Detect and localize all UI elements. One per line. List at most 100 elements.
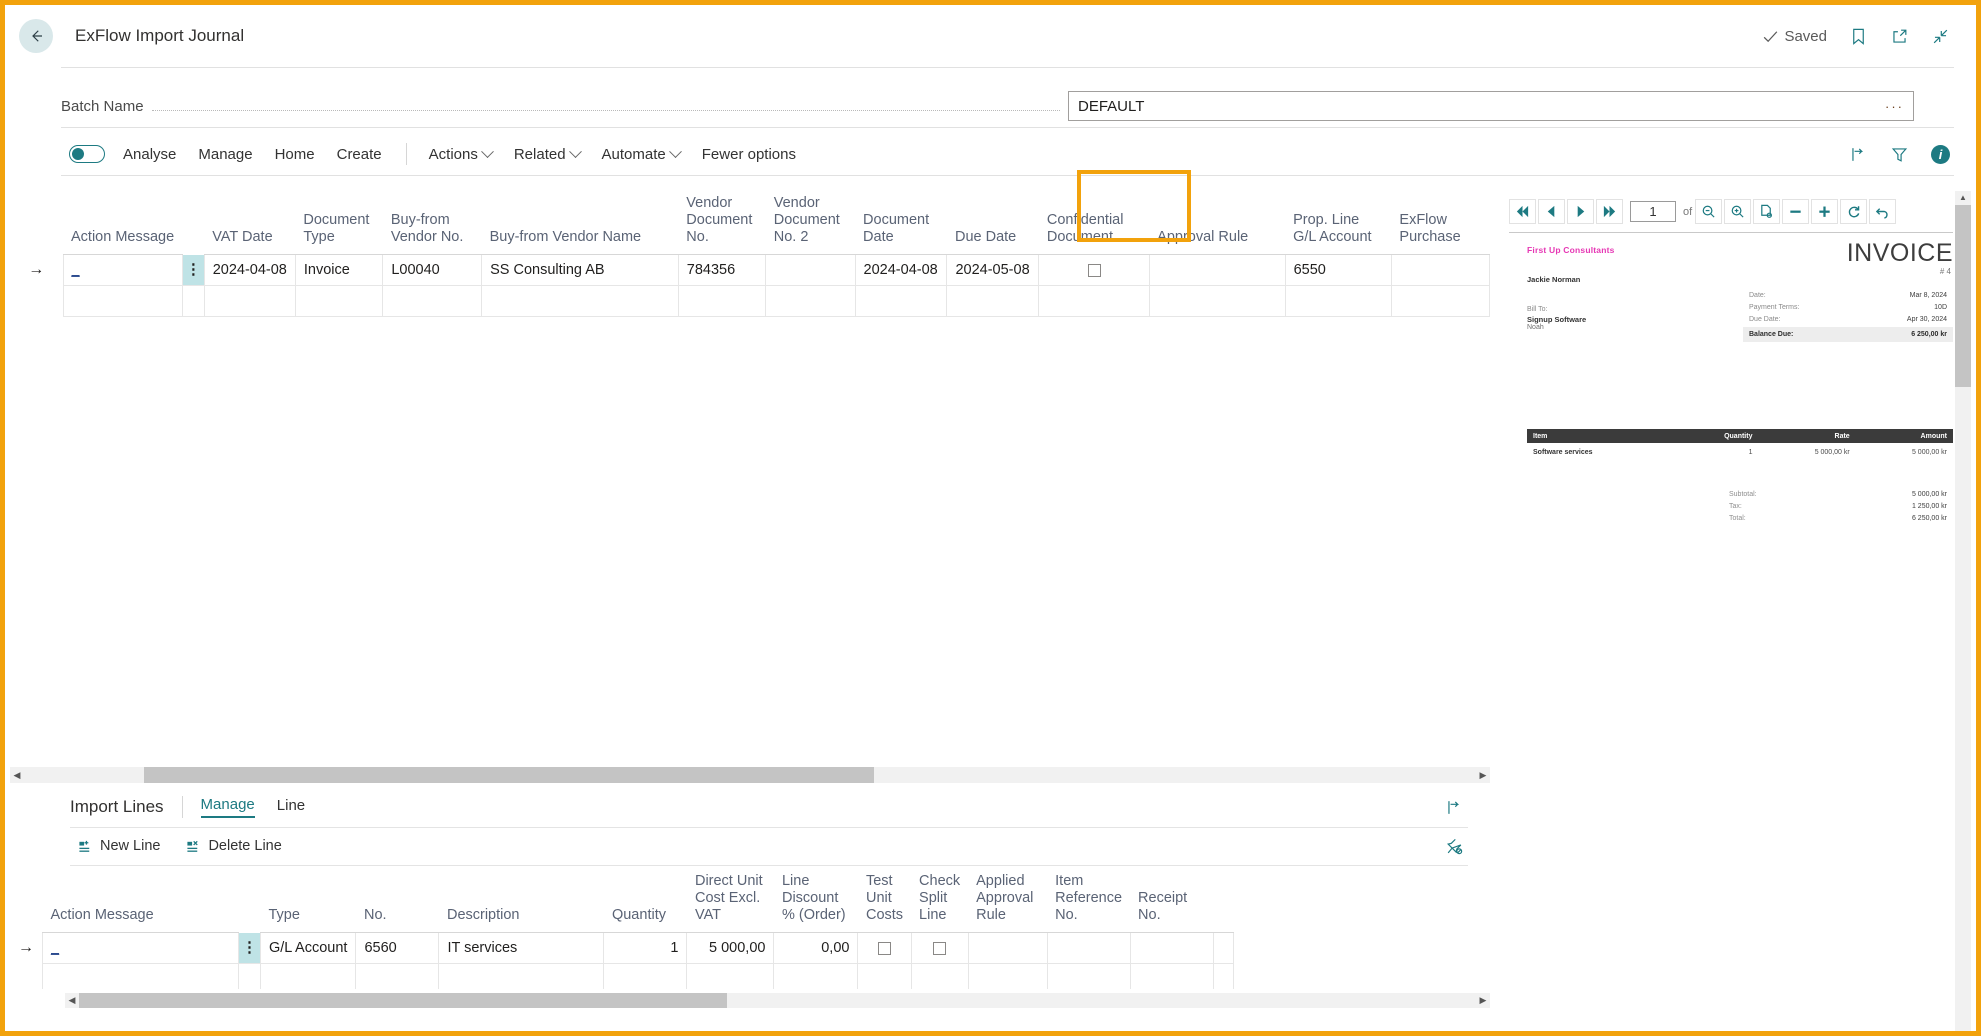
rotate-button[interactable] xyxy=(1840,199,1867,224)
ribbon-menu-actions[interactable]: Actions xyxy=(429,146,492,163)
journal-cell-buy_from_vendor_name[interactable] xyxy=(482,286,679,317)
import-lines-cell-check_split_line[interactable] xyxy=(911,933,968,964)
import-lines-col-header-description[interactable]: Description xyxy=(439,869,604,933)
batch-name-input[interactable] xyxy=(1069,98,1876,115)
journal-table-row[interactable] xyxy=(10,286,1490,317)
ribbon-fewer-options[interactable]: Fewer options xyxy=(702,146,796,163)
import-lines-cell-check_split_line[interactable] xyxy=(911,964,968,989)
zoom-out-button[interactable] xyxy=(1695,199,1722,224)
last-page-button[interactable] xyxy=(1596,199,1623,224)
import-lines-cell-no[interactable]: 6560 xyxy=(356,933,439,964)
ribbon-item-analyse[interactable]: Analyse xyxy=(123,146,176,163)
page-number-input[interactable] xyxy=(1630,201,1676,222)
import-lines-cell-extra[interactable] xyxy=(1213,964,1233,989)
journal-cell-approval_rule[interactable] xyxy=(1149,286,1285,317)
scroll-left-arrow[interactable]: ◀ xyxy=(10,770,24,781)
journal-row-menu-button[interactable]: ⋮ xyxy=(183,255,205,286)
first-page-button[interactable] xyxy=(1509,199,1536,224)
import-lines-cell-type[interactable]: G/L Account xyxy=(261,933,356,964)
journal-col-header-document_date[interactable]: Document Date xyxy=(855,191,947,255)
import-lines-cell-quantity[interactable]: 1 xyxy=(604,933,687,964)
undo-button[interactable] xyxy=(1869,199,1896,224)
journal-cell-document_date[interactable] xyxy=(855,286,947,317)
scroll-right-arrow[interactable]: ▶ xyxy=(1476,770,1490,781)
pin-settings-icon[interactable] xyxy=(1445,837,1464,856)
journal-cell-document_date[interactable]: 2024-04-08 xyxy=(855,255,947,286)
new-line-button[interactable]: New Line xyxy=(78,838,160,854)
import-lines-table-row[interactable] xyxy=(10,964,1233,989)
journal-checkbox-confidential_document[interactable] xyxy=(1088,264,1101,277)
import-lines-checkbox-test_unit_costs[interactable] xyxy=(878,942,891,955)
zoom-increase-button[interactable] xyxy=(1811,199,1838,224)
journal-cell-document_type[interactable] xyxy=(295,286,382,317)
journal-cell-approval_rule[interactable] xyxy=(1149,255,1285,286)
import-lines-checkbox-check_split_line[interactable] xyxy=(933,942,946,955)
batch-name-lookup-button[interactable]: ··· xyxy=(1876,99,1913,114)
scroll-right-arrow[interactable]: ▶ xyxy=(1476,995,1490,1006)
journal-col-header-vendor_document_no_2[interactable]: Vendor Document No. 2 xyxy=(766,191,855,255)
previous-page-button[interactable] xyxy=(1538,199,1565,224)
import-lines-col-header-receipt_no[interactable]: Receipt No. xyxy=(1130,869,1213,933)
tab-manage[interactable]: Manage xyxy=(201,796,255,818)
journal-grid-container[interactable]: Action MessageVAT DateDocument TypeBuy-f… xyxy=(10,191,1490,766)
import-lines-cell-description[interactable] xyxy=(439,964,604,989)
ribbon-item-create[interactable]: Create xyxy=(337,146,382,163)
import-lines-col-header-action_message[interactable]: Action Message xyxy=(43,869,239,933)
ribbon-item-home[interactable]: Home xyxy=(275,146,315,163)
journal-col-header-buy_from_vendor_name[interactable]: Buy-from Vendor Name xyxy=(482,191,679,255)
import-lines-col-header-no[interactable]: No. xyxy=(356,869,439,933)
journal-cell-prop_line_gl_account[interactable]: 6550 xyxy=(1285,255,1391,286)
journal-cell-vendor_document_no[interactable]: 784356 xyxy=(678,255,765,286)
import-lines-grid-container[interactable]: Action MessageTypeNo.DescriptionQuantity… xyxy=(10,869,1490,989)
tab-line[interactable]: Line xyxy=(277,797,305,817)
journal-col-header-due_date[interactable]: Due Date xyxy=(947,191,1039,255)
journal-cell-vat_date[interactable] xyxy=(204,286,295,317)
import-lines-col-header-check_split_line[interactable]: Check Split Line xyxy=(911,869,968,933)
bookmark-icon[interactable] xyxy=(1849,27,1868,46)
delete-line-button[interactable]: Delete Line xyxy=(186,838,281,854)
import-lines-row-menu-button[interactable]: ⋮ xyxy=(239,933,261,964)
zoom-in-button[interactable] xyxy=(1724,199,1751,224)
ribbon-menu-related[interactable]: Related xyxy=(514,146,580,163)
open-in-new-window-icon[interactable] xyxy=(1890,27,1909,46)
analyse-toggle[interactable] xyxy=(69,145,105,163)
journal-cell-vendor_document_no[interactable] xyxy=(678,286,765,317)
import-lines-cell-receipt_no[interactable] xyxy=(1130,933,1213,964)
fit-page-button[interactable] xyxy=(1753,199,1780,224)
import-lines-cell-line_discount_pct_order[interactable] xyxy=(774,964,858,989)
import-lines-cell-test_unit_costs[interactable] xyxy=(858,964,911,989)
journal-cell-action_message[interactable]: _ xyxy=(63,255,183,286)
journal-cell-action_message[interactable] xyxy=(63,286,183,317)
scroll-thumb[interactable] xyxy=(144,767,874,783)
scroll-thumb[interactable] xyxy=(79,993,727,1008)
journal-cell-exflow_purchase[interactable] xyxy=(1391,286,1489,317)
journal-cell-document_type[interactable]: Invoice xyxy=(295,255,382,286)
import-lines-cell-description[interactable]: IT services xyxy=(439,933,604,964)
journal-col-header-vendor_document_no[interactable]: Vendor Document No. xyxy=(678,191,765,255)
journal-cell-exflow_purchase[interactable] xyxy=(1391,255,1489,286)
import-lines-hscrollbar[interactable]: ◀ ▶ xyxy=(65,993,1490,1008)
journal-col-header-prop_line_gl_account[interactable]: Prop. Line G/L Account xyxy=(1285,191,1391,255)
zoom-decrease-button[interactable] xyxy=(1782,199,1809,224)
journal-grid-hscrollbar[interactable]: ◀ ▶ xyxy=(10,767,1490,783)
journal-cell-vendor_document_no_2[interactable] xyxy=(766,286,855,317)
journal-cell-due_date[interactable] xyxy=(947,286,1039,317)
import-lines-cell-test_unit_costs[interactable] xyxy=(858,933,911,964)
journal-cell-confidential_document[interactable] xyxy=(1039,286,1149,317)
scroll-left-arrow[interactable]: ◀ xyxy=(65,995,79,1006)
import-lines-cell-direct_unit_cost_excl_vat[interactable]: 5 000,00 xyxy=(687,933,774,964)
page-vscrollbar[interactable]: ▲ xyxy=(1955,191,1971,1031)
import-lines-col-header-quantity[interactable]: Quantity xyxy=(604,869,687,933)
journal-cell-confidential_document[interactable] xyxy=(1039,255,1149,286)
journal-cell-buy_from_vendor_no[interactable] xyxy=(383,286,482,317)
journal-cell-vendor_document_no_2[interactable] xyxy=(766,255,855,286)
share-icon[interactable] xyxy=(1445,798,1464,817)
import-lines-col-header-test_unit_costs[interactable]: Test Unit Costs xyxy=(858,869,911,933)
batch-name-field-wrap[interactable]: ··· xyxy=(1068,91,1914,121)
journal-cell-prop_line_gl_account[interactable] xyxy=(1285,286,1391,317)
scroll-track[interactable] xyxy=(24,767,1476,783)
import-lines-cell-type[interactable] xyxy=(261,964,356,989)
journal-col-header-action_message[interactable]: Action Message xyxy=(63,191,183,255)
import-lines-cell-no[interactable] xyxy=(356,964,439,989)
import-lines-cell-applied_approval_rule[interactable] xyxy=(968,933,1047,964)
